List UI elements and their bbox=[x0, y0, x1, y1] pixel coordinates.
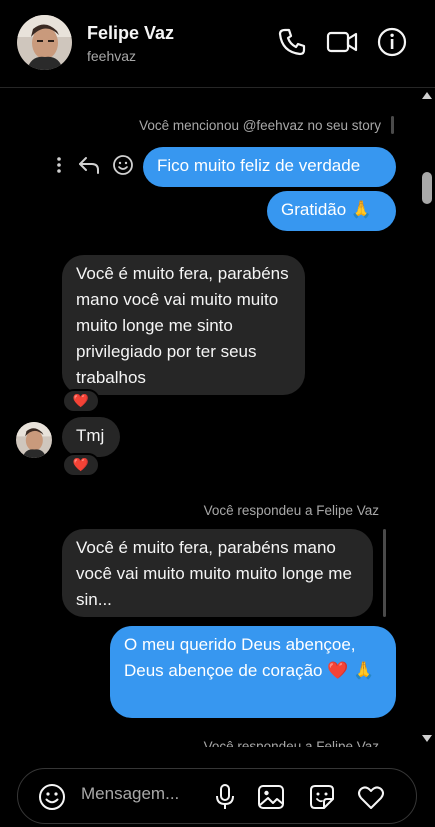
quoted-message[interactable]: Você é muito fera, parabéns mano você va… bbox=[62, 529, 373, 617]
message-thread[interactable]: Você mencionou @feehvaz no seu story Fic… bbox=[0, 89, 419, 747]
heart-icon[interactable] bbox=[356, 782, 386, 812]
quote-bar bbox=[383, 529, 386, 617]
info-icon[interactable] bbox=[376, 26, 408, 58]
emoji-icon[interactable] bbox=[37, 782, 67, 812]
composer-area: Mensagem... bbox=[0, 748, 435, 827]
chat-header: Felipe Vaz feehvaz bbox=[0, 0, 435, 88]
heart-reaction[interactable]: ❤️ bbox=[62, 389, 100, 413]
scroll-down-arrow[interactable] bbox=[422, 735, 432, 742]
message-input[interactable]: Mensagem... bbox=[81, 784, 201, 810]
microphone-icon[interactable] bbox=[210, 782, 240, 812]
react-emoji-icon[interactable] bbox=[112, 154, 134, 176]
scroll-thumb[interactable] bbox=[422, 172, 432, 204]
message-composer[interactable]: Mensagem... bbox=[17, 768, 417, 824]
incoming-message[interactable]: Tmj bbox=[62, 417, 120, 457]
outgoing-message[interactable]: Gratidão 🙏 bbox=[267, 191, 396, 231]
story-mention-notice: Você mencionou @feehvaz no seu story bbox=[139, 118, 381, 133]
outgoing-message[interactable]: Fico muito feliz de verdade bbox=[143, 147, 396, 187]
heart-reaction[interactable]: ❤️ bbox=[62, 453, 100, 477]
outgoing-message[interactable]: O meu querido Deus abençoe, Deus abençoe… bbox=[110, 626, 396, 718]
sender-avatar[interactable] bbox=[16, 422, 52, 458]
story-mention-bar bbox=[391, 116, 394, 134]
reply-icon[interactable] bbox=[78, 155, 100, 175]
image-icon[interactable] bbox=[256, 782, 286, 812]
contact-avatar[interactable] bbox=[17, 15, 72, 70]
incoming-message[interactable]: Você é muito fera, parabéns mano você va… bbox=[62, 255, 305, 395]
reply-notice: Você respondeu a Felipe Vaz bbox=[203, 503, 379, 518]
phone-icon[interactable] bbox=[276, 26, 308, 58]
more-options-icon[interactable] bbox=[52, 155, 66, 175]
scroll-up-arrow[interactable] bbox=[422, 92, 432, 99]
contact-name[interactable]: Felipe Vaz bbox=[87, 23, 174, 44]
video-camera-icon[interactable] bbox=[326, 26, 358, 58]
contact-handle: feehvaz bbox=[87, 48, 137, 64]
sticker-icon[interactable] bbox=[307, 782, 337, 812]
chat-scrollbar[interactable] bbox=[419, 88, 435, 748]
reply-notice: Você respondeu a Felipe Vaz bbox=[203, 739, 379, 747]
message-actions bbox=[52, 153, 134, 177]
